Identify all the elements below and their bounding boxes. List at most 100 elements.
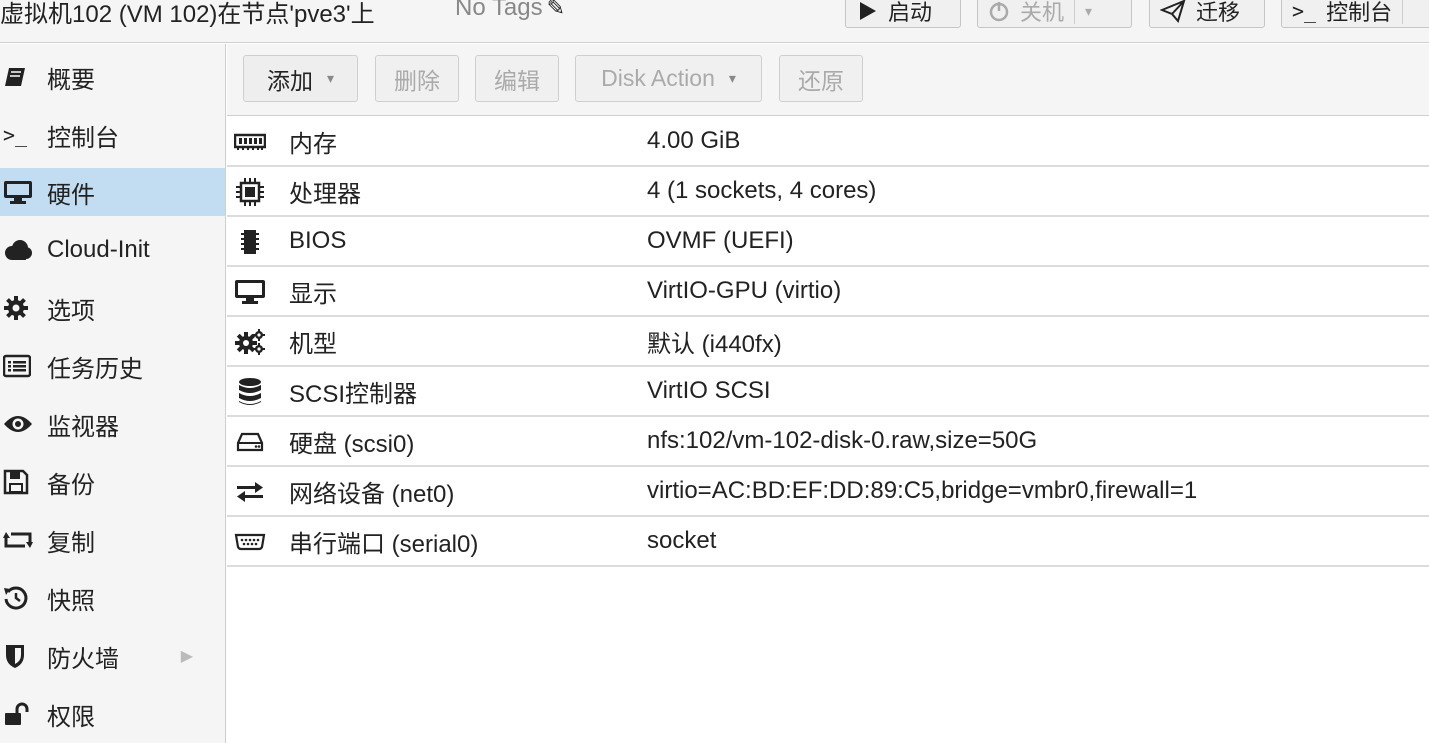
chevron-down-icon[interactable]: ▾ bbox=[1085, 3, 1092, 20]
unlock-icon bbox=[0, 701, 47, 727]
add-button[interactable]: 添加 ▾ bbox=[243, 55, 358, 102]
row-name: 处理器 bbox=[289, 180, 361, 208]
sidebar-item-backup[interactable]: 备份 bbox=[0, 458, 225, 506]
sidebar-item-task-history[interactable]: 任务历史 bbox=[0, 342, 225, 390]
serial-icon bbox=[233, 528, 267, 556]
migrate-button[interactable]: 迁移 bbox=[1149, 0, 1265, 28]
cloud-icon bbox=[0, 239, 47, 261]
row-value: VirtIO SCSI bbox=[647, 377, 771, 404]
edit-button-label: 编辑 bbox=[494, 67, 540, 94]
sidebar-item-label: 备份 bbox=[47, 471, 95, 499]
row-value: 4.00 GiB bbox=[647, 127, 741, 154]
retweet-icon bbox=[0, 529, 47, 551]
book-icon bbox=[0, 65, 47, 89]
table-row[interactable]: 串行端口 (serial0) socket bbox=[227, 517, 1429, 567]
vm-title: 虚拟机102 (VM 102)在节点'pve3'上 bbox=[0, 1, 375, 28]
shutdown-button[interactable]: 关机 ▾ bbox=[977, 0, 1132, 28]
list-icon bbox=[0, 354, 47, 378]
button-separator bbox=[1074, 0, 1076, 24]
floppy-icon bbox=[0, 469, 47, 495]
sidebar-item-label: 概要 bbox=[47, 66, 95, 94]
shutdown-button-label: 关机 bbox=[1020, 0, 1065, 25]
sidebar-item-summary[interactable]: 概要 bbox=[0, 53, 225, 101]
memory-icon bbox=[233, 128, 267, 156]
start-button[interactable]: 启动 bbox=[845, 0, 961, 28]
row-value: 4 (1 sockets, 4 cores) bbox=[647, 177, 877, 204]
row-name: 硬盘 (scsi0) bbox=[289, 430, 415, 458]
console-button-label: 控制台 bbox=[1326, 0, 1393, 25]
paper-plane-icon bbox=[1160, 0, 1186, 23]
disk-action-button-label: Disk Action bbox=[601, 65, 715, 91]
power-icon bbox=[989, 2, 1009, 22]
row-value: virtio=AC:BD:EF:DD:89:C5,bridge=vmbr0,fi… bbox=[647, 477, 1198, 504]
row-value: socket bbox=[647, 527, 717, 554]
sidebar-item-label: 权限 bbox=[47, 703, 95, 731]
row-value: nfs:102/vm-102-disk-0.raw,size=50G bbox=[647, 427, 1038, 454]
revert-button[interactable]: 还原 bbox=[779, 55, 863, 102]
header-bar: 虚拟机102 (VM 102)在节点'pve3'上 No Tags ✎ 启动 关… bbox=[0, 0, 1429, 43]
sidebar-item-firewall[interactable]: 防火墙 ▶ bbox=[0, 632, 225, 680]
sidebar-item-label: 选项 bbox=[47, 297, 95, 325]
chevron-down-icon: ▾ bbox=[728, 70, 736, 86]
table-row[interactable]: 显示 VirtIO-GPU (virtio) bbox=[227, 267, 1429, 317]
row-name: 串行端口 (serial0) bbox=[289, 530, 479, 558]
sidebar-item-label: 快照 bbox=[47, 587, 95, 615]
row-value: 默认 (i440fx) bbox=[647, 330, 782, 358]
row-name: 显示 bbox=[289, 280, 337, 308]
database-icon bbox=[233, 378, 267, 406]
row-name: 机型 bbox=[289, 330, 337, 358]
terminal-icon: >_ bbox=[1292, 0, 1317, 23]
sidebar-item-options[interactable]: 选项 bbox=[0, 284, 225, 332]
hardware-grid: 内存 4.00 GiB 处理器 4 (1 sockets, 4 cores) B… bbox=[227, 117, 1429, 567]
desktop-icon bbox=[233, 278, 267, 306]
sidebar-item-replication[interactable]: 复制 bbox=[0, 516, 225, 564]
remove-button[interactable]: 删除 bbox=[375, 55, 459, 102]
sidebar-item-label: 复制 bbox=[47, 529, 95, 557]
migrate-button-label: 迁移 bbox=[1196, 0, 1241, 25]
history-icon bbox=[0, 585, 47, 611]
chevron-right-icon[interactable]: ▶ bbox=[181, 646, 193, 666]
table-row[interactable]: 处理器 4 (1 sockets, 4 cores) bbox=[227, 167, 1429, 217]
row-name: BIOS bbox=[289, 227, 347, 254]
terminal-icon: >_ bbox=[3, 123, 28, 147]
sidebar-item-label: 监视器 bbox=[47, 413, 119, 441]
table-row[interactable]: 硬盘 (scsi0) nfs:102/vm-102-disk-0.raw,siz… bbox=[227, 417, 1429, 467]
console-button[interactable]: >_ 控制台 bbox=[1281, 0, 1429, 28]
add-button-label: 添加 bbox=[266, 67, 313, 94]
sidebar-item-hardware[interactable]: 硬件 bbox=[0, 168, 225, 216]
hardware-toolbar: 添加 ▾ 删除 编辑 Disk Action ▾ 还原 bbox=[227, 44, 1429, 116]
remove-button-label: 删除 bbox=[394, 67, 440, 94]
sidebar-item-permissions[interactable]: 权限 bbox=[0, 690, 225, 738]
row-name: SCSI控制器 bbox=[289, 380, 418, 408]
sidebar-item-cloud-init[interactable]: Cloud-Init bbox=[0, 226, 225, 274]
tags-area[interactable]: No Tags ✎ bbox=[455, 0, 565, 22]
hdd-icon bbox=[233, 428, 267, 456]
table-row[interactable]: SCSI控制器 VirtIO SCSI bbox=[227, 367, 1429, 417]
disk-action-button[interactable]: Disk Action ▾ bbox=[575, 55, 762, 102]
sidebar-item-label: 任务历史 bbox=[47, 355, 143, 383]
cpu-icon bbox=[233, 178, 267, 206]
edit-button[interactable]: 编辑 bbox=[475, 55, 559, 102]
microchip-icon bbox=[233, 228, 267, 256]
cogs-icon bbox=[233, 328, 267, 356]
sidebar: 概要 >_ 控制台 硬件 Cloud-Init 选项 任务历史 监视器 备份 复… bbox=[0, 44, 226, 743]
table-row[interactable]: 机型 默认 (i440fx) bbox=[227, 317, 1429, 367]
eye-icon bbox=[0, 414, 47, 434]
sidebar-item-monitor[interactable]: 监视器 bbox=[0, 400, 225, 448]
sidebar-item-console[interactable]: >_ 控制台 bbox=[0, 111, 225, 159]
table-row[interactable]: BIOS OVMF (UEFI) bbox=[227, 217, 1429, 267]
table-row[interactable]: 网络设备 (net0) virtio=AC:BD:EF:DD:89:C5,bri… bbox=[227, 467, 1429, 517]
button-separator bbox=[1402, 0, 1404, 24]
chevron-down-icon: ▾ bbox=[326, 70, 335, 86]
sidebar-item-label: Cloud-Init bbox=[47, 236, 150, 263]
sidebar-item-label: 控制台 bbox=[47, 124, 119, 152]
table-row[interactable]: 内存 4.00 GiB bbox=[227, 117, 1429, 167]
tags-label: No Tags bbox=[455, 0, 543, 21]
row-value: OVMF (UEFI) bbox=[647, 227, 794, 254]
row-name: 网络设备 (net0) bbox=[289, 480, 455, 508]
pencil-icon[interactable]: ✎ bbox=[547, 0, 565, 21]
row-value: VirtIO-GPU (virtio) bbox=[647, 277, 842, 304]
desktop-icon bbox=[0, 179, 47, 205]
sidebar-item-snapshots[interactable]: 快照 bbox=[0, 574, 225, 622]
sidebar-item-label: 硬件 bbox=[47, 181, 95, 209]
